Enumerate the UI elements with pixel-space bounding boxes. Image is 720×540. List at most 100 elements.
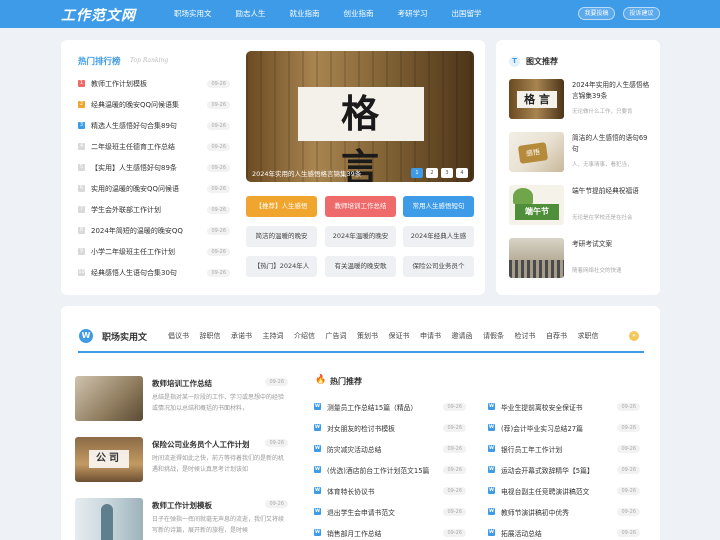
list-item[interactable]: 4 二年级班主任德育工作总结 09-26 xyxy=(78,136,230,157)
list-item[interactable]: W 拓展活动总结 09-26 xyxy=(488,522,640,540)
category-link[interactable]: 辞职信 xyxy=(200,331,221,341)
pick-item[interactable]: 感悟 简洁的人生感悟的语句69句 人，无事清事，看犯当， xyxy=(509,132,649,174)
article-item[interactable]: 教师培训工作总结 09-26 总结是指对某一阶段的工作、学习或思想中的经验或情况… xyxy=(75,376,288,426)
nav-item-inspiration[interactable]: 励志人生 xyxy=(236,0,266,28)
category-link[interactable]: 介绍信 xyxy=(294,331,315,341)
list-item[interactable]: W 运动会开幕式致辞精华【5篇】 09-26 xyxy=(488,459,640,480)
pick-name[interactable]: 2024年实用的人生感悟格言锦集39条 xyxy=(572,80,650,102)
category-link[interactable]: 倡议书 xyxy=(168,331,189,341)
tag-link[interactable]: 简洁的温暖的晚安 xyxy=(246,226,317,247)
category-link[interactable]: 自荐书 xyxy=(546,331,567,341)
pick-name[interactable]: 端午节提前经典祝福语 xyxy=(572,186,650,197)
category-link[interactable]: 检讨书 xyxy=(515,331,536,341)
tag-link[interactable]: 保险公司业务员个 xyxy=(403,256,474,277)
hot-text[interactable]: 电视台副主任竞聘演讲稿范文 xyxy=(501,486,619,496)
nav-item-workplace[interactable]: 职场实用文 xyxy=(174,0,212,28)
hero-banner[interactable]: 格言 2024年实用的人生感悟格言锦集39条 1 2 3 4 xyxy=(246,51,474,182)
list-item[interactable]: 2 经典温暖的晚安QQ问候语集 09-26 xyxy=(78,94,230,115)
nav-item-employment[interactable]: 就业指南 xyxy=(290,0,320,28)
category-link[interactable]: 保证书 xyxy=(389,331,410,341)
list-item[interactable]: W (优选)酒店前台工作计划范文15篇 09-26 xyxy=(314,459,466,480)
pager-dot[interactable]: 1 xyxy=(411,168,423,178)
category-link[interactable]: 承诺书 xyxy=(231,331,252,341)
hot-text[interactable]: 对女朋友的检讨书模板 xyxy=(327,423,445,433)
article-item[interactable]: 公司 保险公司业务员个人工作计划 09-26 时间流逝得如此之快，前方等待着我们… xyxy=(75,437,288,487)
nav-item-exam[interactable]: 考研学习 xyxy=(398,0,428,28)
rank-text[interactable]: 教师工作计划模板 xyxy=(91,79,201,89)
rank-text[interactable]: 实用的温暖的晚安QQ问候语 xyxy=(91,184,201,194)
list-item[interactable]: 8 2024年简短的温暖的晚安QQ 09-26 xyxy=(78,220,230,241)
pick-image[interactable] xyxy=(509,238,564,278)
category-link[interactable]: 邀请函 xyxy=(452,331,473,341)
pick-item[interactable]: 考研考试文案 随着网络社交的快速 xyxy=(509,238,649,280)
list-item[interactable]: W 体育特长协议书 09-26 xyxy=(314,480,466,501)
pager-dot[interactable]: 4 xyxy=(456,168,468,178)
article-item[interactable]: 教师工作计划模板 09-26 日子在弹指一挥间就毫无声息的流逝，我们又将续写新的… xyxy=(75,498,288,540)
pick-name[interactable]: 简洁的人生感悟的语句69句 xyxy=(572,133,650,155)
article-title[interactable]: 教师培训工作总结 xyxy=(152,378,212,389)
tag-link[interactable]: 2024年温暖的晚安 xyxy=(325,226,396,247)
tag-link[interactable]: 2024年经典人生感 xyxy=(403,226,474,247)
rank-text[interactable]: 经典感悟人生语句合集30句 xyxy=(91,268,201,278)
article-image[interactable]: 公司 xyxy=(75,437,143,482)
hot-text[interactable]: 防灾减灾活动总结 xyxy=(327,444,445,454)
list-item[interactable]: 7 学生会外联部工作计划 09-26 xyxy=(78,199,230,220)
category-link[interactable]: 主持词 xyxy=(263,331,284,341)
more-icon[interactable]: » xyxy=(629,331,639,341)
list-item[interactable]: W 销售部月工作总结 09-26 xyxy=(314,522,466,540)
tag-link[interactable]: 【推荐】人生感悟 xyxy=(246,196,317,217)
feedback-button[interactable]: 投诉建议 xyxy=(623,7,660,20)
hot-text[interactable]: 银行员工年工作计划 xyxy=(501,444,619,454)
rank-text[interactable]: 小学二年级班主任工作计划 xyxy=(91,247,201,257)
list-item[interactable]: W 教师节演讲稿初中优秀 09-26 xyxy=(488,501,640,522)
pick-image[interactable]: 格 言 xyxy=(509,79,564,119)
pager-dot[interactable]: 2 xyxy=(426,168,438,178)
tag-link[interactable]: 常用人生感悟短句 xyxy=(403,196,474,217)
nav-item-abroad[interactable]: 出国留学 xyxy=(452,0,482,28)
rank-text[interactable]: 2024年简短的温暖的晚安QQ xyxy=(91,226,201,236)
section-title[interactable]: 职场实用文 xyxy=(102,330,147,343)
article-title[interactable]: 教师工作计划模板 xyxy=(152,500,212,511)
rank-text[interactable]: 二年级班主任德育工作总结 xyxy=(91,142,201,152)
category-link[interactable]: 请假条 xyxy=(483,331,504,341)
list-item[interactable]: W 电视台副主任竞聘演讲稿范文 09-26 xyxy=(488,480,640,501)
pick-image[interactable]: 感悟 xyxy=(509,132,564,172)
hot-text[interactable]: 毕业生提前离校安全保证书 xyxy=(501,402,619,412)
hot-text[interactable]: 销售部月工作总结 xyxy=(327,528,445,538)
article-title[interactable]: 保险公司业务员个人工作计划 xyxy=(152,439,250,450)
rank-text[interactable]: 学生会外联部工作计划 xyxy=(91,205,201,215)
list-item[interactable]: W 测量员工作总结15篇（精品） 09-26 xyxy=(314,396,466,417)
pick-item[interactable]: 端午节 端午节提前经典祝福语 无论是在学校还是在社会 xyxy=(509,185,649,227)
list-item[interactable]: 9 小学二年级班主任工作计划 09-26 xyxy=(78,241,230,262)
list-item[interactable]: W 毕业生提前离校安全保证书 09-26 xyxy=(488,396,640,417)
list-item[interactable]: 10 经典感悟人生语句合集30句 09-26 xyxy=(78,262,230,283)
category-link[interactable]: 申请书 xyxy=(420,331,441,341)
rank-text[interactable]: 经典温暖的晚安QQ问候语集 xyxy=(91,100,201,110)
rank-text[interactable]: 精选人生感悟好句合集89句 xyxy=(91,121,201,131)
list-item[interactable]: 3 精选人生感悟好句合集89句 09-26 xyxy=(78,115,230,136)
article-image[interactable] xyxy=(75,376,143,421)
hot-text[interactable]: (优选)酒店前台工作计划范文15篇 xyxy=(327,465,445,475)
hot-text[interactable]: 体育特长协议书 xyxy=(327,486,445,496)
tag-link[interactable]: 教师培训工作总结 xyxy=(325,196,396,217)
hot-text[interactable]: 教师节演讲稿初中优秀 xyxy=(501,507,619,517)
pager-dot[interactable]: 3 xyxy=(441,168,453,178)
list-item[interactable]: W 对女朋友的检讨书模板 09-26 xyxy=(314,417,466,438)
hot-text[interactable]: 退出学生会申请书范文 xyxy=(327,507,445,517)
tag-link[interactable]: 有关温暖的晚安歌 xyxy=(325,256,396,277)
hot-text[interactable]: 运动会开幕式致辞精华【5篇】 xyxy=(501,465,619,475)
tag-link[interactable]: 【热门】2024年人 xyxy=(246,256,317,277)
pick-item[interactable]: 格 言 2024年实用的人生感悟格言锦集39条 无论做什么工作，只要肯 xyxy=(509,79,649,121)
list-item[interactable]: 1 教师工作计划模板 09-26 xyxy=(78,73,230,94)
category-link[interactable]: 策划书 xyxy=(357,331,378,341)
submit-button[interactable]: 我要投稿 xyxy=(578,7,615,20)
list-item[interactable]: W (荐)会计毕业实习总结27篇 09-26 xyxy=(488,417,640,438)
hot-text[interactable]: (荐)会计毕业实习总结27篇 xyxy=(501,423,619,433)
list-item[interactable]: 5 【实用】人生感悟好句89条 09-26 xyxy=(78,157,230,178)
list-item[interactable]: W 退出学生会申请书范文 09-26 xyxy=(314,501,466,522)
category-link[interactable]: 求职信 xyxy=(578,331,599,341)
list-item[interactable]: W 银行员工年工作计划 09-26 xyxy=(488,438,640,459)
site-logo[interactable]: 工作范文网 xyxy=(61,5,136,25)
article-image[interactable] xyxy=(75,498,143,540)
list-item[interactable]: W 防灾减灾活动总结 09-26 xyxy=(314,438,466,459)
